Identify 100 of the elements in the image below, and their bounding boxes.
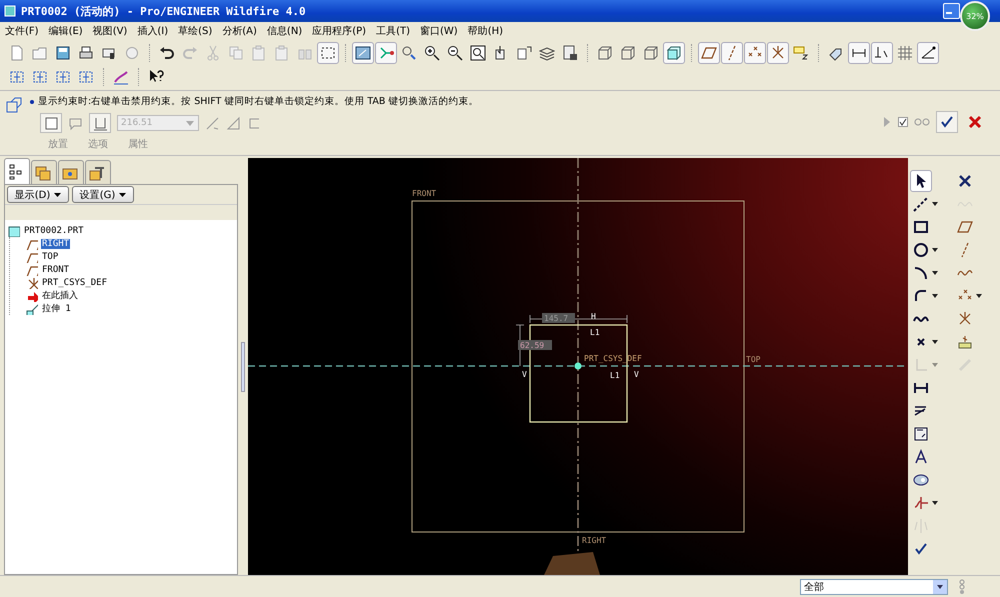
toolbar-button[interactable] — [917, 42, 939, 64]
shaded-cube-icon — [666, 45, 682, 61]
annotation-icon — [793, 45, 809, 61]
tree-item[interactable]: PRT_CSYS_DEF — [41, 278, 108, 288]
tree-item[interactable]: TOP — [41, 252, 60, 262]
toolbar-button[interactable] — [871, 42, 893, 64]
speech-bubble-icon — [68, 116, 83, 130]
menu-item[interactable]: 应用程序(P) — [311, 24, 368, 38]
grid-icon — [897, 45, 913, 61]
connected-nodes-icon — [378, 45, 394, 61]
toolbar-button[interactable] — [317, 42, 339, 64]
constraint-icon — [913, 426, 929, 442]
dropdown-button[interactable]: 显示(D) — [7, 186, 69, 203]
caret-icon — [932, 362, 938, 368]
caret-icon — [54, 192, 62, 198]
minimize-button[interactable] — [943, 3, 960, 19]
menu-item[interactable]: 分析(A) — [221, 24, 258, 38]
navigator-tab[interactable] — [85, 160, 111, 184]
folder-hammer-icon — [89, 164, 105, 180]
menu-item[interactable]: 文件(F) — [4, 24, 40, 38]
menu-item[interactable]: 信息(N) — [266, 24, 304, 38]
menu-item[interactable]: 帮助(H) — [466, 24, 504, 38]
circle-icon — [913, 242, 929, 258]
close-icon — [967, 114, 983, 130]
bullet-icon — [30, 100, 34, 104]
plane-label: RIGHT — [582, 536, 606, 545]
trim-icon — [913, 495, 929, 511]
bubble-icon — [124, 45, 140, 61]
clipboard-icon — [274, 45, 290, 61]
dashed-line-icon — [913, 196, 929, 212]
zoom-in-icon — [424, 45, 440, 61]
dimension-icon — [913, 380, 929, 396]
plane-label: FRONT — [412, 189, 436, 198]
glasses-icon — [914, 116, 930, 128]
part-icon — [8, 224, 20, 236]
menu-item[interactable]: 插入(I) — [136, 24, 170, 38]
caret-icon — [932, 500, 938, 506]
constraint-symbol: L1 — [590, 328, 600, 337]
toolbar-button[interactable] — [848, 42, 870, 64]
dimension-label-background — [542, 313, 575, 323]
toolbar-button[interactable] — [767, 42, 789, 64]
speed-ball-percentage: 32% — [960, 1, 990, 31]
bracket-icon — [247, 116, 262, 130]
plane-icon — [701, 45, 717, 61]
copy-icon — [228, 45, 244, 61]
caret-icon — [932, 293, 938, 299]
tree-item[interactable]: PRT0002.PRT — [23, 226, 85, 236]
text-icon — [913, 449, 929, 465]
constraint-symbol: H — [591, 312, 596, 321]
mirror-icon — [913, 518, 929, 534]
layers-icon — [539, 45, 555, 61]
palette-icon — [913, 472, 929, 488]
dropdown-arrow-icon — [936, 582, 944, 590]
wireframe-cube-icon — [597, 45, 613, 61]
plane-icon — [26, 264, 38, 276]
u-shape-icon — [92, 116, 108, 130]
coordinate-system-icon — [957, 311, 973, 327]
window-title: PRT0002 (活动的) - Pro/ENGINEER Wildfire 4.0 — [21, 4, 306, 18]
tree-item[interactable]: 在此插入 — [41, 289, 79, 302]
fillet-icon — [913, 288, 929, 304]
plane-icon — [957, 219, 973, 235]
menu-item[interactable]: 视图(V) — [92, 24, 128, 38]
navigator-tab[interactable] — [4, 158, 30, 184]
accept-button[interactable] — [936, 111, 958, 133]
tool-button[interactable] — [40, 113, 62, 133]
filter-dropdown[interactable]: 全部 — [800, 578, 948, 594]
toolbar-button[interactable] — [352, 42, 374, 64]
menu-item[interactable]: 窗口(W) — [418, 24, 459, 38]
constraint-symbol: V — [522, 370, 527, 379]
dropdown-arrow-icon — [185, 119, 195, 127]
toolbar-button[interactable] — [698, 42, 720, 64]
caret-icon — [932, 247, 938, 253]
zoom-fit-icon — [470, 45, 486, 61]
sketch-tool-button[interactable] — [910, 170, 932, 192]
splitter-handle[interactable] — [241, 342, 245, 392]
caret-icon — [976, 293, 982, 299]
whats-this-cursor-icon — [148, 69, 164, 85]
tool-button[interactable] — [89, 113, 111, 133]
tree-item[interactable]: RIGHT — [41, 238, 70, 248]
checkbox[interactable] — [898, 117, 908, 127]
undo-arrow-icon — [159, 45, 175, 61]
zoom-out-icon — [447, 45, 463, 61]
dropdown-button[interactable]: 设置(G) — [72, 186, 134, 203]
traffic-light-icon — [958, 578, 966, 594]
selection-box-icon — [320, 45, 336, 61]
menu-item[interactable]: 编辑(E) — [48, 24, 84, 38]
menu-item[interactable]: 工具(T) — [375, 24, 411, 38]
caret-icon — [932, 339, 938, 345]
rectangle-icon — [913, 219, 929, 235]
menu-item[interactable]: 草绘(S) — [177, 24, 214, 38]
sketch-tool-icon — [113, 69, 129, 85]
tree-item[interactable]: 拉伸 1 — [41, 302, 72, 315]
check-mark-icon — [913, 541, 929, 557]
constraint-symbol: L1 — [610, 371, 620, 380]
tree-item[interactable]: FRONT — [41, 264, 70, 274]
folders-icon — [35, 164, 51, 180]
arc-icon — [913, 265, 929, 281]
sketch-window-icon — [355, 45, 371, 61]
window-icon — [4, 5, 16, 17]
toolbar-button[interactable] — [663, 42, 685, 64]
